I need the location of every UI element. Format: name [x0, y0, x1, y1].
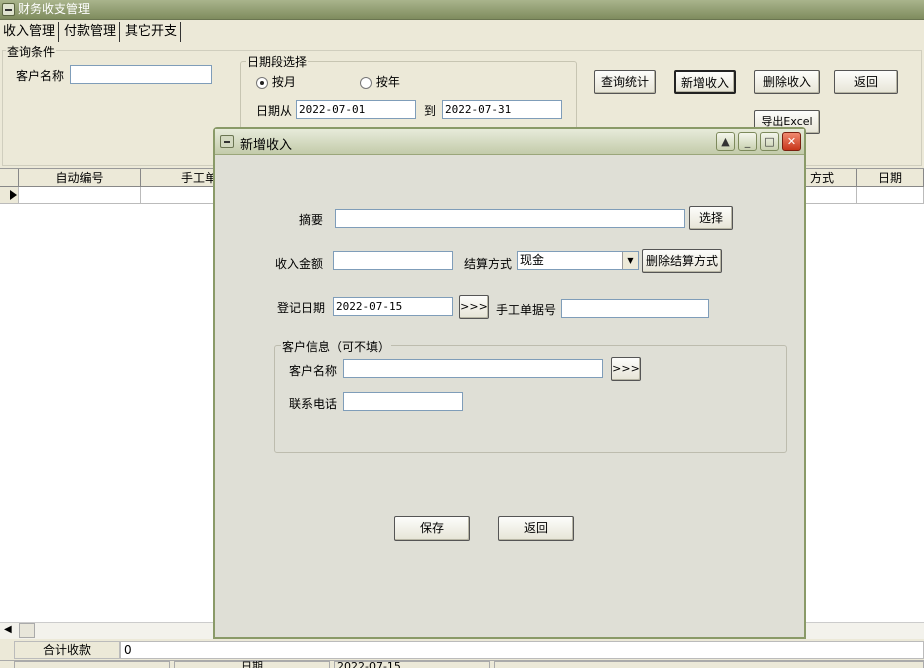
register-date-label: 登记日期 [277, 301, 326, 315]
scroll-left-icon[interactable]: ◀ [4, 624, 12, 635]
amount-label: 收入金额 [275, 257, 324, 271]
dialog-back-button[interactable]: 返回 [498, 516, 574, 541]
dialog-minimize-icon[interactable]: _ [738, 132, 757, 151]
date-from-input[interactable]: 2022-07-01 [296, 100, 416, 119]
date-to-label: 到 [424, 104, 437, 118]
current-row-arrow-icon [10, 190, 17, 200]
amount-input[interactable] [333, 251, 453, 270]
customer-picker-button[interactable]: >>> [611, 357, 641, 381]
radio-selected-icon [256, 76, 268, 89]
row-header-corner [0, 169, 19, 187]
row-indicator[interactable] [0, 187, 19, 204]
status-date-value: 2022-07-15 [334, 661, 490, 668]
date-range-group [240, 61, 577, 131]
summary-input[interactable] [335, 209, 685, 228]
date-from-label: 日期从 [256, 104, 293, 118]
window-title: 财务收支管理 [18, 2, 91, 16]
radio-empty-icon [360, 76, 372, 89]
dialog-title: 新增收入 [240, 138, 293, 153]
customer-info-label: 客户信息（可不填） [281, 338, 392, 355]
back-button[interactable]: 返回 [834, 70, 898, 94]
status-bar: 日期 2022-07-15 [0, 660, 924, 668]
total-received-value: 0 [120, 641, 924, 659]
radio-by-month[interactable]: 按月 [256, 73, 296, 90]
settle-method-select[interactable]: 现金 ▼ [517, 251, 639, 270]
scroll-thumb[interactable] [19, 623, 35, 638]
register-date-input[interactable]: 2022-07-15 [333, 297, 453, 316]
total-received-label: 合计收款 [14, 641, 120, 659]
add-income-button[interactable]: 新增收入 [674, 70, 736, 94]
add-income-dialog: 新增收入 ▲ _ □ ✕ 摘要 选择 收入金额 结算方式 现金 ▼ 删除结算方式… [213, 127, 806, 639]
query-group-label: 查询条件 [6, 43, 57, 60]
tab-income[interactable]: 收入管理 [0, 22, 60, 42]
dialog-title-bar[interactable]: 新增收入 ▲ _ □ ✕ [215, 129, 804, 155]
customer-name-label: 客户名称 [16, 69, 65, 83]
phone-label: 联系电话 [289, 397, 338, 411]
phone-input[interactable] [343, 392, 463, 411]
radio-by-month-label: 按月 [271, 75, 296, 89]
tab-payment[interactable]: 付款管理 [61, 22, 121, 42]
manual-no-label: 手工单据号 [496, 303, 557, 317]
save-button[interactable]: 保存 [394, 516, 470, 541]
summary-bar: 合计收款 0 [0, 641, 924, 660]
status-cell [494, 661, 924, 668]
date-to-input[interactable]: 2022-07-31 [442, 100, 562, 119]
customer-name-input[interactable] [70, 65, 212, 84]
summary-label: 摘要 [299, 213, 324, 227]
main-title-bar: 财务收支管理 [0, 0, 924, 20]
settle-method-label: 结算方式 [464, 257, 513, 271]
status-cell [14, 661, 170, 668]
dialog-help-icon[interactable]: ▲ [716, 132, 735, 151]
dialog-system-menu-icon[interactable] [220, 135, 234, 148]
status-date-label: 日期 [174, 661, 330, 668]
dialog-customer-name-label: 客户名称 [289, 364, 338, 378]
radio-by-year[interactable]: 按年 [360, 73, 400, 90]
column-header-auto-id[interactable]: 自动编号 [19, 169, 141, 187]
tab-other-expense[interactable]: 其它开支 [122, 22, 182, 42]
select-summary-button[interactable]: 选择 [689, 206, 733, 230]
dialog-customer-name-input[interactable] [343, 359, 603, 378]
dialog-close-icon[interactable]: ✕ [782, 132, 801, 151]
delete-settle-method-button[interactable]: 删除结算方式 [642, 249, 722, 273]
table-cell[interactable] [19, 187, 141, 204]
query-button[interactable]: 查询统计 [594, 70, 656, 94]
date-range-label: 日期段选择 [246, 53, 309, 70]
dropdown-arrow-icon[interactable]: ▼ [622, 252, 638, 269]
settle-method-value: 现金 [520, 253, 545, 267]
column-header-date[interactable]: 日期 [857, 169, 924, 187]
date-picker-button[interactable]: >>> [459, 295, 489, 319]
system-menu-icon[interactable] [2, 3, 15, 16]
dialog-maximize-icon[interactable]: □ [760, 132, 779, 151]
tab-strip: 收入管理 付款管理 其它开支 [0, 22, 183, 42]
table-cell[interactable] [857, 187, 924, 204]
manual-no-input[interactable] [561, 299, 709, 318]
radio-by-year-label: 按年 [375, 75, 400, 89]
delete-income-button[interactable]: 删除收入 [754, 70, 820, 94]
